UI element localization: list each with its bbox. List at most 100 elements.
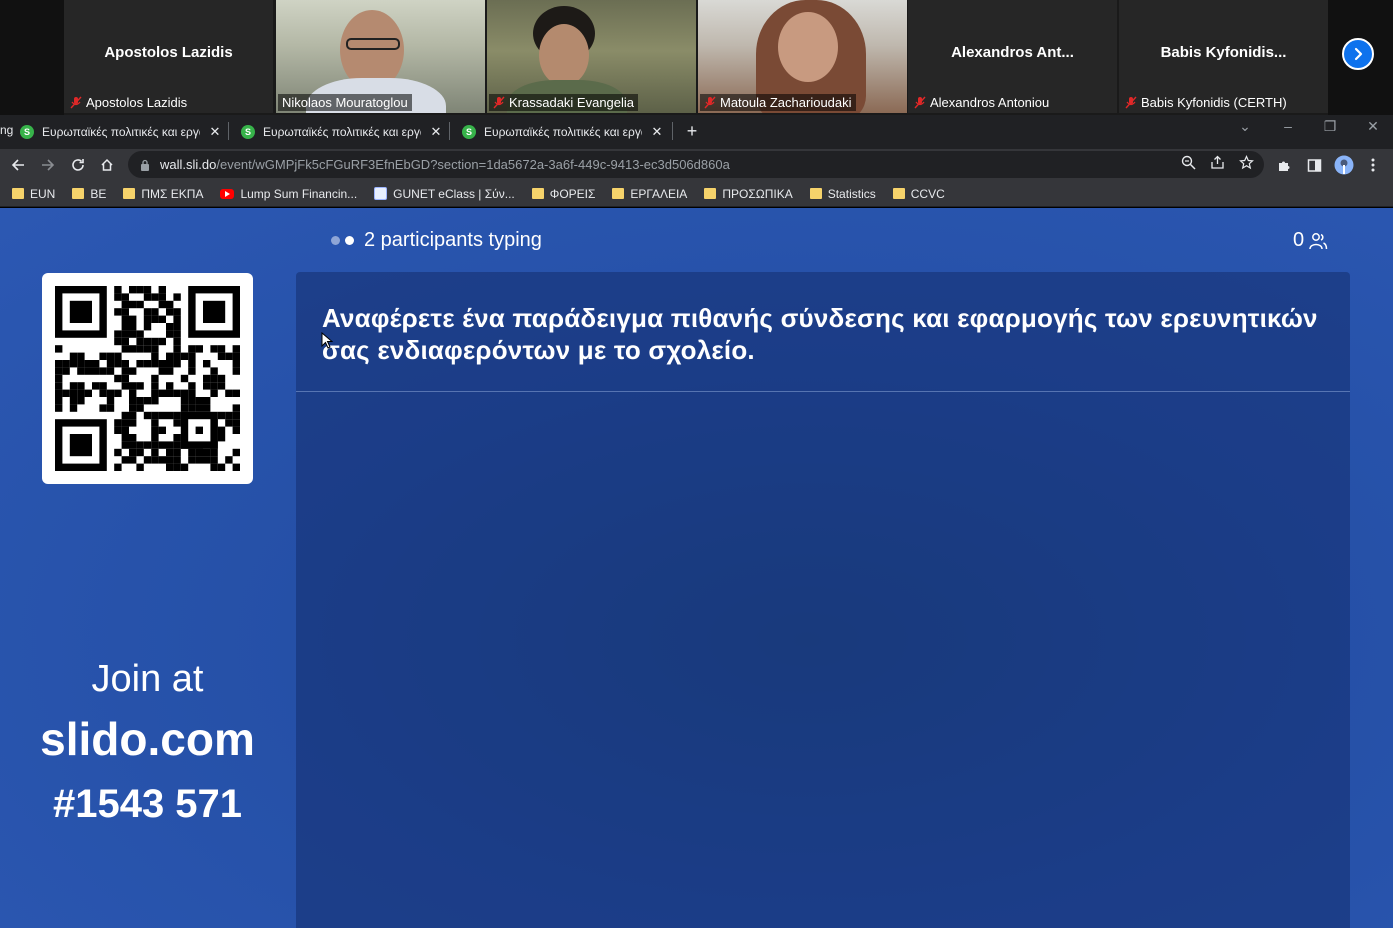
participant-center-name: Alexandros Ant... — [951, 44, 1074, 61]
tab-separator — [672, 122, 673, 140]
folder-icon — [123, 188, 136, 199]
chevron-right-icon — [1354, 47, 1363, 61]
join-at-label: Join at — [91, 658, 204, 700]
question-text: Αναφέρετε ένα παράδειγμα πιθανής σύνδεση… — [322, 303, 1318, 365]
bookmark-ergaleia[interactable]: ΕΡΓΑΛΕΙΑ — [612, 187, 687, 201]
slido-wall: 2 participants typing 0 Join at slido.co… — [0, 208, 1393, 928]
participant-count: 0 — [1293, 229, 1305, 251]
tab-title: Ευρωπαϊκές πολιτικές και εργαλεία — [263, 125, 421, 139]
bookmark-label: EUN — [30, 186, 56, 201]
folder-icon — [892, 188, 905, 199]
folder-icon — [72, 188, 85, 199]
browser-tab-3-active[interactable]: S Ευρωπαϊκές πολιτικές και εργαλεία ✕ — [454, 118, 672, 146]
bookmark-statistics[interactable]: Statistics — [809, 186, 876, 201]
typing-indicator: 2 participants typing — [331, 229, 542, 252]
zoom-participant-strip: Apostolos Lazidis Apostolos Lazidis Niko… — [0, 0, 1393, 115]
bookmarks-bar: EUN BE ΠΜΣ ΕΚΠΑ Lump Sum Financin... GUN… — [0, 181, 1393, 207]
bookmark-label: ΠΜΣ ΕΚΠΑ — [141, 186, 204, 201]
folder-icon — [809, 188, 822, 199]
participant-tile-babis[interactable]: Babis Kyfonidis... Babis Kyfonidis (CERT… — [1119, 0, 1328, 113]
participant-label-text: Matoula Zacharioudaki — [720, 95, 852, 110]
bookmark-star-icon[interactable] — [1239, 155, 1254, 170]
mic-muted-icon — [1125, 96, 1137, 109]
event-code: #1543 571 — [52, 782, 243, 826]
participant-label-text: Alexandros Antoniou — [930, 95, 1050, 110]
minimize-icon[interactable]: – — [1273, 118, 1303, 134]
participant-label-text: Apostolos Lazidis — [86, 95, 188, 110]
mic-muted-icon — [914, 96, 926, 109]
participant-tile-apostolos[interactable]: Apostolos Lazidis Apostolos Lazidis — [64, 0, 273, 113]
participant-tile-alexandros[interactable]: Alexandros Ant... Alexandros Antoniou — [908, 0, 1117, 113]
participant-video-glasses — [346, 38, 400, 50]
tab-close-icon[interactable]: ✕ — [429, 124, 443, 140]
folder-icon — [704, 188, 717, 199]
mic-muted-icon — [704, 96, 716, 109]
bookmark-label: ΠΡΟΣΩΠΙΚΑ — [722, 186, 793, 201]
participant-label: Nikolaos Mouratoglou — [278, 94, 412, 111]
participant-label: Krassadaki Evangelia — [489, 94, 639, 111]
bookmark-foreis[interactable]: ΦΟΡΕΙΣ — [531, 186, 596, 201]
mouse-cursor-icon — [321, 332, 333, 349]
profile-avatar[interactable] — [1333, 154, 1355, 176]
url-path: /event/wGMPjFk5cFGuRF3EfnEbGD?section=1d… — [216, 157, 730, 172]
bookmark-prosopika[interactable]: ΠΡΟΣΩΠΙΚΑ — [704, 186, 793, 201]
tab-title: Ευρωπαϊκές πολιτικές και εργαλεία — [484, 125, 642, 139]
restore-icon[interactable]: ❐ — [1315, 118, 1345, 135]
extensions-puzzle-icon[interactable] — [1273, 154, 1295, 176]
bookmark-ccvc[interactable]: CCVC — [892, 186, 945, 201]
participant-label-text: Krassadaki Evangelia — [509, 95, 635, 110]
share-icon[interactable] — [1210, 155, 1225, 170]
browser-menu-kebab-icon[interactable] — [1362, 154, 1384, 176]
join-url: slido.com — [40, 713, 255, 765]
participant-label-text: Babis Kyfonidis (CERTH) — [1141, 95, 1287, 110]
bookmark-gunet-eclass[interactable]: GUNET eClass | Σύν... — [374, 187, 515, 201]
browser-tab-1[interactable]: S Ευρωπαϊκές πολιτικές και εργαλεία ✕ — [12, 118, 230, 146]
participant-tile-matoula[interactable]: Matoula Zacharioudaki — [698, 0, 907, 113]
bookmark-be[interactable]: BE — [72, 187, 106, 201]
bookmark-label: BE — [90, 186, 107, 201]
lock-icon[interactable] — [140, 159, 150, 171]
bookmark-label: ΦΟΡΕΙΣ — [549, 186, 596, 201]
next-participants-button[interactable] — [1342, 38, 1374, 70]
youtube-icon — [220, 188, 235, 199]
question-panel: Αναφέρετε ένα παράδειγμα πιθανής σύνδεση… — [296, 272, 1350, 928]
bookmark-label: GUNET eClass | Σύν... — [393, 186, 515, 201]
omnibox-actions — [1181, 155, 1254, 170]
tab-close-icon[interactable]: ✕ — [650, 124, 664, 140]
url-host: wall.sli.do — [160, 157, 217, 172]
participant-label: Apostolos Lazidis — [66, 94, 191, 111]
home-icon[interactable] — [96, 154, 118, 176]
bookmark-label: CCVC — [910, 186, 945, 201]
folder-icon — [12, 188, 24, 199]
participant-tile-nikolaos[interactable]: Nikolaos Mouratoglou — [276, 0, 485, 113]
participant-video-face — [539, 24, 589, 86]
browser-tab-2[interactable]: S Ευρωπαϊκές πολιτικές και εργαλεία ✕ — [233, 118, 451, 146]
url-text[interactable]: wall.sli.do/event/wGMPjFk5cFGuRF3EfnEbGD… — [160, 157, 730, 172]
bookmark-pms-ekpa[interactable]: ΠΜΣ ΕΚΠΑ — [123, 187, 203, 201]
zoom-magnifier-icon[interactable] — [1181, 155, 1196, 170]
bookmark-eun[interactable]: EUN — [12, 187, 55, 201]
back-arrow-icon[interactable] — [7, 154, 29, 176]
new-tab-button[interactable]: + — [682, 121, 702, 142]
side-panel-icon[interactable] — [1303, 154, 1325, 176]
reload-icon[interactable] — [67, 154, 89, 176]
tab-search-chevron-icon[interactable]: ⌄ — [1230, 118, 1260, 135]
tab-close-icon[interactable]: ✕ — [208, 124, 222, 140]
typing-text: 2 participants typing — [364, 229, 542, 251]
gunet-icon — [374, 187, 388, 200]
bookmark-lump-sum[interactable]: Lump Sum Financin... — [220, 187, 357, 201]
qr-code[interactable] — [42, 273, 253, 484]
participant-center-name: Babis Kyfonidis... — [1160, 44, 1287, 61]
qr-code-image — [55, 286, 240, 471]
strip-left-padding — [0, 0, 64, 115]
question-divider — [296, 391, 1350, 392]
participant-video-face — [778, 12, 838, 82]
forward-arrow-icon[interactable] — [37, 154, 59, 176]
address-bar[interactable]: wall.sli.do/event/wGMPjFk5cFGuRF3EfnEbGD… — [128, 151, 1264, 178]
participant-tile-krassadaki[interactable]: Krassadaki Evangelia — [487, 0, 696, 113]
tab-separator — [449, 122, 450, 140]
close-window-icon[interactable]: ✕ — [1358, 118, 1388, 135]
participant-label: Babis Kyfonidis (CERTH) — [1121, 94, 1291, 111]
bookmark-label: Statistics — [827, 186, 876, 201]
folder-icon — [531, 188, 544, 199]
